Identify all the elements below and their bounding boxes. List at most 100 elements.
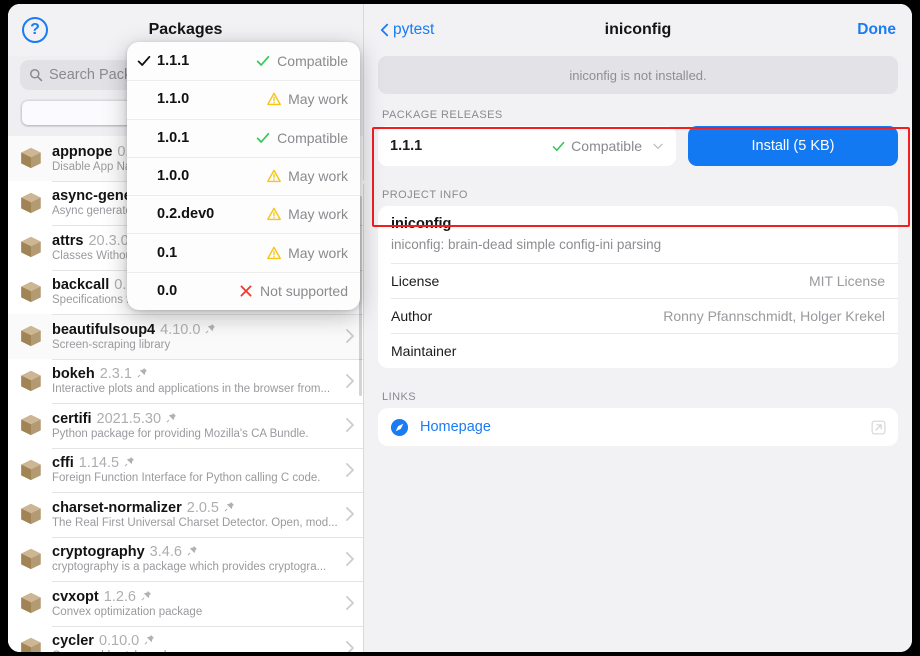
table-row: Maintainer — [378, 333, 898, 368]
dropdown-item[interactable]: 0.2.dev0 May work — [127, 195, 360, 233]
list-item-text: cvxopt 1.2.6 Convex optimization package — [52, 589, 339, 618]
package-version: 1.2.6 — [103, 588, 136, 605]
row-key: Author — [391, 307, 433, 324]
dropdown-status: May work — [267, 206, 348, 222]
dropdown-version: 1.1.1 — [157, 53, 190, 70]
list-item-text: cryptography 3.4.6 cryptography is a pac… — [52, 544, 339, 573]
done-button[interactable]: Done — [857, 21, 896, 39]
list-item[interactable]: cffi 1.14.5 Foreign Function Interface f… — [8, 447, 363, 492]
list-item[interactable]: cycler 0.10.0 Composable style cycles — [8, 625, 363, 652]
package-version: 1.14.5 — [78, 455, 120, 472]
row-key: Maintainer — [391, 342, 457, 359]
package-icon — [21, 192, 41, 213]
list-item-text: beautifulsoup4 4.10.0 Screen-scraping li… — [52, 322, 339, 351]
help-icon[interactable]: ? — [22, 17, 48, 43]
package-description: Interactive plots and applications in th… — [52, 383, 331, 396]
pin-icon — [187, 546, 197, 556]
install-status-banner: iniconfig is not installed. — [378, 56, 898, 94]
packages-title: Packages — [148, 21, 223, 38]
package-icon — [21, 415, 41, 436]
release-version-select[interactable]: 1.1.1 Compatible — [378, 126, 676, 166]
dropdown-status: May work — [267, 245, 348, 261]
chevron-right-icon — [346, 462, 354, 477]
homepage-link-row[interactable]: Homepage — [378, 408, 898, 446]
safari-icon — [390, 418, 409, 436]
package-description: The Real First Universal Charset Detecto… — [52, 516, 338, 529]
dropdown-item[interactable]: 1.0.1 Compatible — [127, 118, 360, 157]
list-item[interactable]: cryptography 3.4.6 cryptography is a pac… — [8, 536, 363, 581]
list-item[interactable]: charset-normalizer 2.0.5 The Real First … — [8, 492, 363, 537]
package-icon — [21, 459, 41, 480]
project-summary-block: iniconfig iniconfig: brain-dead simple c… — [378, 206, 898, 263]
list-item[interactable]: cvxopt 1.2.6 Convex optimization package — [8, 581, 363, 626]
screen: ? Packages Search Packages All — [0, 0, 920, 656]
dropdown-status: Not supported — [239, 283, 348, 299]
package-name: certifi — [52, 410, 92, 427]
check-icon — [256, 132, 270, 143]
project-info-card: iniconfig iniconfig: brain-dead simple c… — [378, 206, 898, 368]
dropdown-item[interactable]: 0.0 Not supported — [127, 271, 360, 310]
package-name: backcall — [52, 277, 110, 294]
warning-icon — [267, 246, 281, 259]
list-item-text: charset-normalizer 2.0.5 The Real First … — [52, 500, 339, 529]
dropdown-item[interactable]: 1.0.0 May work — [127, 156, 360, 195]
homepage-link-label: Homepage — [420, 419, 491, 435]
dropdown-status-label: Compatible — [277, 129, 348, 146]
list-item[interactable]: bokeh 2.3.1 Interactive plots and applic… — [8, 358, 363, 403]
back-label: pytest — [393, 21, 435, 38]
dropdown-version: 0.0 — [157, 282, 178, 299]
dropdown-item[interactable]: 1.1.0 May work — [127, 80, 360, 118]
package-name: beautifulsoup4 — [52, 321, 156, 338]
dropdown-status-label: May work — [288, 168, 348, 185]
list-item-text: cycler 0.10.0 Composable style cycles — [52, 633, 339, 652]
project-summary: iniconfig: brain-dead simple config-ini … — [391, 237, 662, 252]
package-icon — [21, 637, 41, 652]
chevron-right-icon — [346, 551, 354, 566]
chevron-down-icon — [653, 143, 663, 149]
package-version: 0.10.0 — [98, 633, 140, 650]
package-name: attrs — [52, 232, 84, 249]
chevron-right-icon — [346, 596, 354, 611]
package-icon — [21, 593, 41, 614]
list-item[interactable]: beautifulsoup4 4.10.0 Screen-scraping li… — [8, 314, 363, 359]
pin-icon — [124, 457, 135, 467]
package-releases-header: PACKAGE RELEASES — [382, 109, 503, 121]
chevron-right-icon — [346, 418, 354, 433]
project-name: iniconfig — [391, 216, 452, 232]
selected-release-status: Compatible — [552, 138, 642, 154]
dropdown-item[interactable]: 1.1.1 Compatible — [127, 42, 360, 80]
warning-icon — [267, 169, 281, 183]
project-info-header: PROJECT INFO — [382, 189, 468, 201]
dropdown-version: 1.0.1 — [157, 129, 190, 146]
dropdown-version: 1.0.0 — [157, 168, 190, 185]
selected-release-version: 1.1.1 — [390, 138, 423, 154]
warning-icon — [267, 208, 281, 221]
package-name: cycler — [52, 633, 94, 650]
dropdown-item[interactable]: 0.1 May work — [127, 233, 360, 271]
package-description: Screen-scraping library — [52, 338, 171, 351]
pin-icon — [224, 501, 234, 512]
package-version: 2.0.5 — [186, 499, 219, 516]
package-version: 3.4.6 — [149, 544, 182, 561]
row-value: Ronny Pfannschmidt, Holger Krekel — [663, 307, 885, 324]
external-link-icon — [871, 420, 886, 434]
install-button[interactable]: Install (5 KB) — [688, 126, 898, 166]
dropdown-status-label: Not supported — [260, 282, 348, 299]
list-item[interactable]: certifi 2021.5.30 Python package for pro… — [8, 403, 363, 448]
back-button[interactable]: pytest — [380, 21, 434, 39]
pin-icon — [144, 635, 155, 645]
chevron-right-icon — [346, 640, 354, 652]
package-version: 20.3.0 — [88, 232, 129, 249]
links-card: Homepage — [378, 408, 898, 446]
release-version-dropdown[interactable]: 1.1.1 Compatible 1.1.0 May work 1.0.1 Co… — [127, 42, 360, 311]
chevron-right-icon — [346, 373, 354, 388]
dropdown-status-label: May work — [288, 206, 348, 223]
dropdown-status-label: Compatible — [277, 53, 348, 70]
dropdown-status: May work — [267, 168, 348, 184]
package-name: cvxopt — [52, 588, 99, 605]
dropdown-version: 0.2.dev0 — [157, 206, 215, 223]
package-version: 4.10.0 — [160, 321, 201, 338]
links-header: LINKS — [382, 391, 417, 403]
